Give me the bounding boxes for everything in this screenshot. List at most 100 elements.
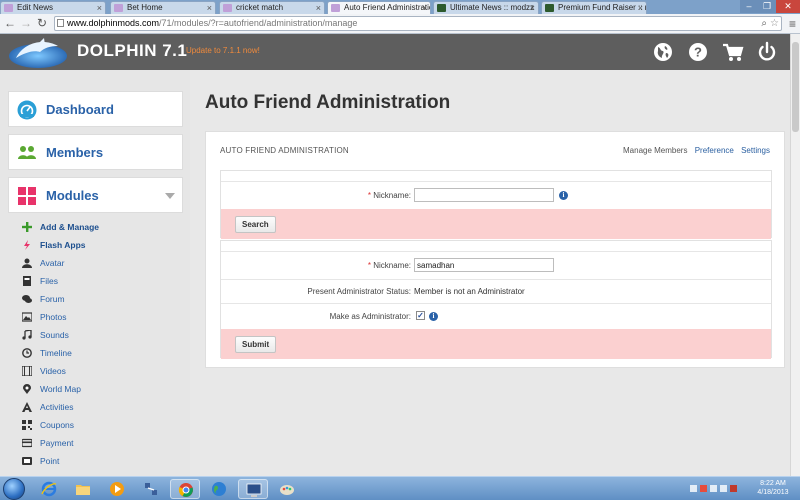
- user-icon: [22, 258, 32, 268]
- tab-manage-members[interactable]: Manage Members: [623, 146, 687, 155]
- update-link[interactable]: Update to 7.1.1 now!: [186, 46, 260, 55]
- close-icon[interactable]: ×: [97, 2, 102, 14]
- form-row-make-admin: Make as Administrator: ✓ i: [221, 303, 771, 329]
- minimize-button[interactable]: –: [740, 0, 758, 13]
- close-icon[interactable]: ×: [207, 2, 212, 14]
- url-path: /71/modules/?r=autofriend/administration…: [159, 18, 358, 28]
- file-icon: [23, 276, 31, 286]
- search-button[interactable]: Search: [235, 216, 276, 233]
- search-form: * Nickname: i Search: [220, 170, 772, 239]
- svg-text:?: ?: [694, 45, 702, 60]
- sidebar: Dashboard Members Modules Add & Manage F…: [0, 70, 190, 476]
- modules-icon: [18, 187, 36, 205]
- address-bar[interactable]: www.dolphinmods.com/71/modules/?r=autofr…: [54, 16, 782, 31]
- browser-tab-active[interactable]: Auto Friend Administratio ×: [327, 1, 431, 14]
- media-player-icon: [110, 482, 124, 496]
- nickname-label: * Nickname:: [367, 191, 411, 200]
- page-favicon-icon: [545, 4, 554, 12]
- page-title: Auto Friend Administration: [205, 92, 451, 113]
- taskbar-paint[interactable]: [272, 479, 302, 499]
- submit-button-row: Submit: [221, 329, 771, 359]
- clock-icon: [22, 348, 32, 358]
- sidebar-item-members[interactable]: Members: [8, 134, 183, 170]
- os-taskbar: 8:22 AM 4/18/2013: [0, 476, 800, 500]
- module-item-label: Point: [40, 456, 60, 466]
- tab-title: Edit News: [17, 3, 54, 12]
- tab-settings[interactable]: Settings: [741, 146, 770, 155]
- panel-title: AUTO FRIEND ADMINISTRATION: [220, 146, 349, 155]
- internet-explorer-icon: [41, 481, 57, 497]
- chevron-down-icon[interactable]: [165, 193, 175, 199]
- browser-tab[interactable]: cricket match ×: [219, 1, 325, 14]
- bookmark-star-icon[interactable]: ☆: [770, 17, 779, 30]
- tab-title: Ultimate News :: modzz: [450, 3, 535, 12]
- admin-nickname-input[interactable]: [414, 258, 554, 272]
- info-icon[interactable]: i: [429, 312, 438, 321]
- paint-icon: [280, 485, 294, 495]
- taskbar-app[interactable]: [136, 479, 166, 499]
- system-clock[interactable]: 8:22 AM 4/18/2013: [748, 479, 798, 497]
- browser-tab[interactable]: Premium Fund Raiser :: m ×: [541, 1, 647, 14]
- close-icon[interactable]: ×: [638, 2, 643, 14]
- form-row-status: Present Administrator Status: Member is …: [221, 279, 771, 303]
- module-item-label: Flash Apps: [40, 240, 86, 250]
- power-icon[interactable]: [756, 41, 778, 63]
- browser-menu-icon[interactable]: ≡: [789, 17, 796, 31]
- music-icon: [22, 330, 32, 340]
- make-admin-checkbox[interactable]: ✓: [416, 311, 425, 320]
- url-host: www.dolphinmods.com: [67, 18, 160, 28]
- make-admin-label: Make as Administrator:: [329, 312, 411, 321]
- form-row-nickname: * Nickname: i: [221, 181, 771, 209]
- auto-friend-panel: AUTO FRIEND ADMINISTRATION Manage Member…: [205, 131, 785, 368]
- back-button[interactable]: ←: [3, 16, 17, 31]
- card-icon: [22, 438, 32, 448]
- cart-icon[interactable]: [722, 41, 744, 63]
- submit-button[interactable]: Submit: [235, 336, 277, 353]
- taskbar-media-player[interactable]: [102, 479, 132, 499]
- sidebar-item-label: Dashboard: [46, 102, 114, 117]
- network-icon: [145, 483, 157, 495]
- info-icon[interactable]: i: [559, 191, 568, 200]
- tab-title: Premium Fund Raiser :: m: [558, 3, 647, 12]
- system-tray-icons[interactable]: [690, 481, 740, 497]
- module-item-label: Forum: [40, 294, 65, 304]
- page-scrollbar[interactable]: [790, 34, 800, 476]
- zoom-icon[interactable]: ⌕: [761, 17, 767, 30]
- page-favicon-icon: [114, 4, 123, 12]
- chat-icon: [22, 295, 32, 303]
- browser-tab[interactable]: Ultimate News :: modzz ×: [433, 1, 539, 14]
- sidebar-item-dashboard[interactable]: Dashboard: [8, 91, 183, 127]
- restore-button[interactable]: ❐: [758, 0, 776, 13]
- close-icon[interactable]: ×: [422, 2, 427, 14]
- taskbar-app-open[interactable]: [238, 479, 268, 499]
- search-nickname-input[interactable]: [414, 188, 554, 202]
- browser-tab[interactable]: Edit News ×: [0, 1, 106, 14]
- globe-icon[interactable]: [652, 41, 674, 63]
- plus-icon: [22, 222, 32, 232]
- desktop-app-icon: [246, 483, 262, 497]
- reload-button[interactable]: ↻: [35, 16, 49, 31]
- browser-toolbar: ← → ↻ www.dolphinmods.com/71/modules/?r=…: [0, 14, 800, 34]
- clock-date: 4/18/2013: [757, 489, 789, 496]
- tab-preference[interactable]: Preference: [695, 146, 734, 155]
- start-button[interactable]: [3, 478, 25, 500]
- taskbar-ie[interactable]: [34, 479, 64, 499]
- window-close-button[interactable]: ✕: [776, 0, 800, 13]
- page-favicon-icon: [4, 4, 13, 12]
- activities-icon: [22, 402, 32, 412]
- module-item-label: Payment: [40, 438, 74, 448]
- browser-tab[interactable]: Bet Home ×: [110, 1, 216, 14]
- globe-app-icon: [212, 482, 226, 496]
- close-icon[interactable]: ×: [316, 2, 321, 14]
- close-icon[interactable]: ×: [530, 2, 535, 14]
- help-icon[interactable]: ?: [687, 41, 709, 63]
- point-icon: [22, 457, 32, 465]
- taskbar-explorer[interactable]: [68, 479, 98, 499]
- scrollbar-thumb[interactable]: [792, 42, 799, 132]
- dolphin-logo-icon[interactable]: [8, 36, 68, 68]
- browser-tab-strip: Edit News × Bet Home × cricket match × A…: [0, 0, 800, 14]
- forward-button[interactable]: →: [19, 16, 33, 31]
- taskbar-app[interactable]: [204, 479, 234, 499]
- sidebar-item-modules[interactable]: Modules: [8, 177, 183, 213]
- taskbar-chrome[interactable]: [170, 479, 200, 499]
